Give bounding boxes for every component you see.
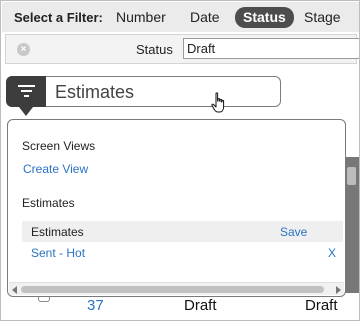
delete-view-link[interactable]: X bbox=[328, 246, 336, 260]
clear-filter-icon[interactable]: × bbox=[17, 43, 30, 56]
view-name[interactable]: Sent - Hot bbox=[31, 246, 85, 260]
filter-option-status[interactable]: Status bbox=[235, 7, 294, 28]
background-table-handle bbox=[347, 167, 356, 185]
filter-bar: Select a Filter: Number Date Status Stag… bbox=[2, 2, 359, 32]
filter-option-date[interactable]: Date bbox=[190, 9, 220, 25]
horizontal-scrollbar[interactable] bbox=[9, 282, 344, 295]
scroll-right-icon[interactable] bbox=[336, 286, 341, 294]
save-view-link[interactable]: Save bbox=[280, 225, 307, 239]
filter-criteria-row: × Status Draft bbox=[5, 34, 359, 64]
view-menu-button[interactable] bbox=[6, 76, 46, 116]
view-name: Estimates bbox=[31, 225, 84, 239]
estimates-heading: Estimates bbox=[22, 196, 75, 210]
scrollbar-thumb[interactable] bbox=[21, 286, 324, 293]
scroll-left-icon[interactable] bbox=[12, 286, 17, 294]
filter-label: Select a Filter: bbox=[14, 10, 103, 25]
current-view-name: Estimates bbox=[55, 82, 135, 102]
current-view-field[interactable]: Estimates bbox=[46, 76, 281, 107]
menu-pointer bbox=[19, 107, 33, 116]
row-status-cell: Draft bbox=[184, 297, 217, 314]
background-table-edge bbox=[345, 157, 359, 293]
hand-cursor-icon bbox=[211, 92, 225, 113]
filter-option-stage[interactable]: Stage bbox=[304, 9, 341, 25]
create-view-link[interactable]: Create View bbox=[23, 162, 88, 176]
list-item[interactable]: Sent - Hot X bbox=[22, 242, 343, 263]
row-stage-cell: Draft bbox=[305, 297, 338, 314]
views-dropdown: Screen Views Create View Estimates Estim… bbox=[7, 119, 346, 297]
status-filter-input[interactable]: Draft bbox=[183, 38, 359, 59]
filter-option-number[interactable]: Number bbox=[116, 9, 166, 25]
list-item[interactable]: Estimates Save bbox=[22, 221, 343, 242]
app-window: Select a Filter: Number Date Status Stag… bbox=[0, 0, 360, 321]
row-number-link[interactable]: 37 bbox=[87, 297, 104, 314]
screen-views-heading: Screen Views bbox=[22, 139, 96, 153]
criteria-label: Status bbox=[136, 42, 173, 57]
view-selector: Estimates bbox=[6, 76, 281, 116]
filter-menu-icon bbox=[18, 85, 35, 100]
